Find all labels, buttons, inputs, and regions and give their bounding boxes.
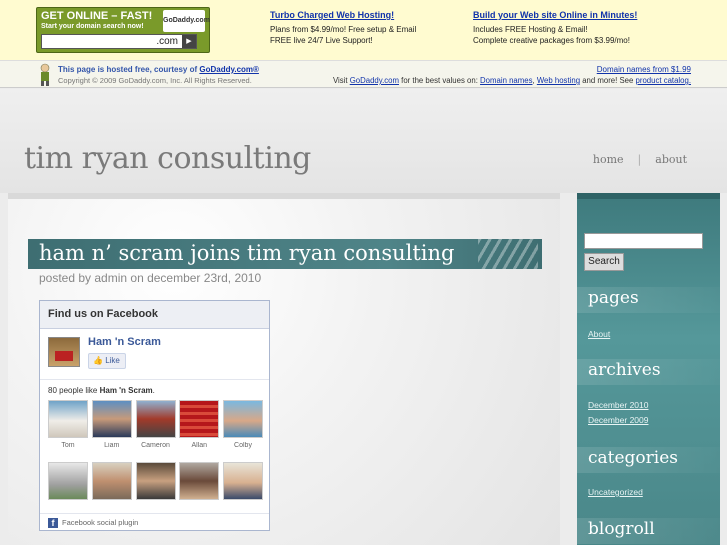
post-meta: posted by admin on december 23rd, 2010	[39, 271, 262, 285]
fan-face[interactable]	[223, 462, 263, 513]
facebook-box-header: Find us on Facebook	[40, 301, 269, 329]
godaddy-search-box[interactable]: GET ONLINE – FAST! Start your domain sea…	[36, 7, 210, 53]
mascot-icon	[40, 63, 50, 86]
main-nav: home | about	[593, 153, 687, 166]
site-header: tim ryan consulting home | about	[0, 89, 727, 193]
site-title[interactable]: tim ryan consulting	[24, 141, 311, 176]
fan-face[interactable]	[48, 462, 88, 513]
godaddy-logo: GoDaddy.com	[163, 10, 210, 32]
sidebar-heading-blogroll: blogroll	[577, 518, 720, 544]
hosted-notice-bar: This page is hosted free, courtesy of Go…	[0, 60, 727, 88]
sidebar-heading-pages: pages	[577, 287, 720, 313]
ad-text: Plans from $4.99/mo! Free setup & Email	[270, 24, 417, 34]
facebook-icon: f	[48, 518, 58, 528]
fan-face[interactable]: Colby	[223, 400, 263, 451]
divider	[40, 379, 269, 380]
nav-about[interactable]: about	[655, 153, 687, 166]
decorative-stripes	[478, 239, 538, 269]
main-content: ham n’ scram joins tim ryan consulting p…	[8, 193, 560, 545]
ad-text: Complete creative packages from $3.99/mo…	[473, 36, 630, 45]
fan-face[interactable]: Tom	[48, 400, 88, 451]
ad-column-website: Build your Web site Online in Minutes! I…	[473, 10, 637, 47]
like-button[interactable]: 👍 Like	[88, 353, 126, 369]
fan-faces-row	[48, 462, 263, 513]
sidebar-link-about[interactable]: About	[588, 329, 610, 339]
domain-search-input[interactable]: .com ▶	[41, 34, 197, 49]
hosted-notice: This page is hosted free, courtesy of Go…	[58, 65, 259, 74]
domain-names-promo-link[interactable]: Domain names	[480, 76, 532, 85]
copyright-text: Copyright © 2009 GoDaddy.com, Inc. All R…	[58, 76, 252, 85]
ad-text: Includes FREE Hosting & Email!	[473, 24, 588, 34]
godaddy-subline: Start your domain search now!	[41, 23, 144, 30]
web-hosting-link[interactable]: Web hosting	[537, 76, 580, 85]
facebook-plugin-footer: f Facebook social plugin	[40, 513, 269, 530]
godaddy-visit-link[interactable]: GoDaddy.com	[350, 76, 399, 85]
fan-face[interactable]	[135, 462, 176, 513]
fan-face[interactable]: Liam	[91, 400, 132, 451]
ad-banner: GET ONLINE – FAST! Start your domain sea…	[0, 0, 727, 60]
facebook-like-box: Find us on Facebook Ham 'n Scram 👍 Like …	[39, 300, 270, 531]
ad-column-hosting: Turbo Charged Web Hosting! Plans from $4…	[270, 10, 416, 47]
fan-face[interactable]: Allan	[179, 400, 220, 451]
post-title[interactable]: ham n’ scram joins tim ryan consulting	[39, 241, 454, 265]
like-count-text: 80 people like Ham 'n Scram.	[48, 386, 155, 395]
ad-link-hosting[interactable]: Turbo Charged Web Hosting!	[270, 10, 416, 22]
godaddy-link[interactable]: GoDaddy.com®	[199, 65, 259, 74]
sidebar-link-december-2010[interactable]: December 2010	[588, 400, 648, 410]
fan-face[interactable]: Cameron	[135, 400, 176, 451]
ad-link-website[interactable]: Build your Web site Online in Minutes!	[473, 10, 637, 22]
search-input[interactable]	[584, 233, 703, 249]
page-thumbnail[interactable]	[48, 337, 80, 367]
sidebar-link-uncategorized[interactable]: Uncategorized	[588, 487, 643, 497]
facebook-page-name[interactable]: Ham 'n Scram	[88, 336, 161, 348]
search-button[interactable]: Search	[584, 253, 624, 271]
fan-faces-row: Tom Liam Cameron Allan Colby	[48, 400, 263, 451]
ad-text: FREE live 24/7 Live Support!	[270, 36, 373, 45]
post-title-band: ham n’ scram joins tim ryan consulting	[28, 239, 542, 269]
sidebar: Search pages About archives December 201…	[577, 193, 720, 545]
fan-face[interactable]	[91, 462, 132, 513]
sidebar-heading-categories: categories	[577, 447, 720, 473]
thumbs-up-icon: 👍	[93, 356, 103, 365]
nav-separator: |	[637, 153, 642, 166]
domain-names-link[interactable]: Domain names from $1.99	[597, 65, 691, 74]
sidebar-heading-archives: archives	[577, 359, 720, 385]
godaddy-headline: GET ONLINE – FAST!	[41, 10, 153, 22]
sidebar-link-december-2009[interactable]: December 2009	[588, 415, 648, 425]
go-arrow-icon[interactable]: ▶	[182, 35, 196, 48]
fan-face[interactable]	[179, 462, 220, 513]
tld-select[interactable]: .com	[156, 35, 178, 49]
host-promo-text: Visit GoDaddy.com for the best values on…	[332, 76, 691, 85]
nav-home[interactable]: home	[593, 153, 624, 166]
product-catalog-link[interactable]: product catalog.	[636, 76, 691, 85]
